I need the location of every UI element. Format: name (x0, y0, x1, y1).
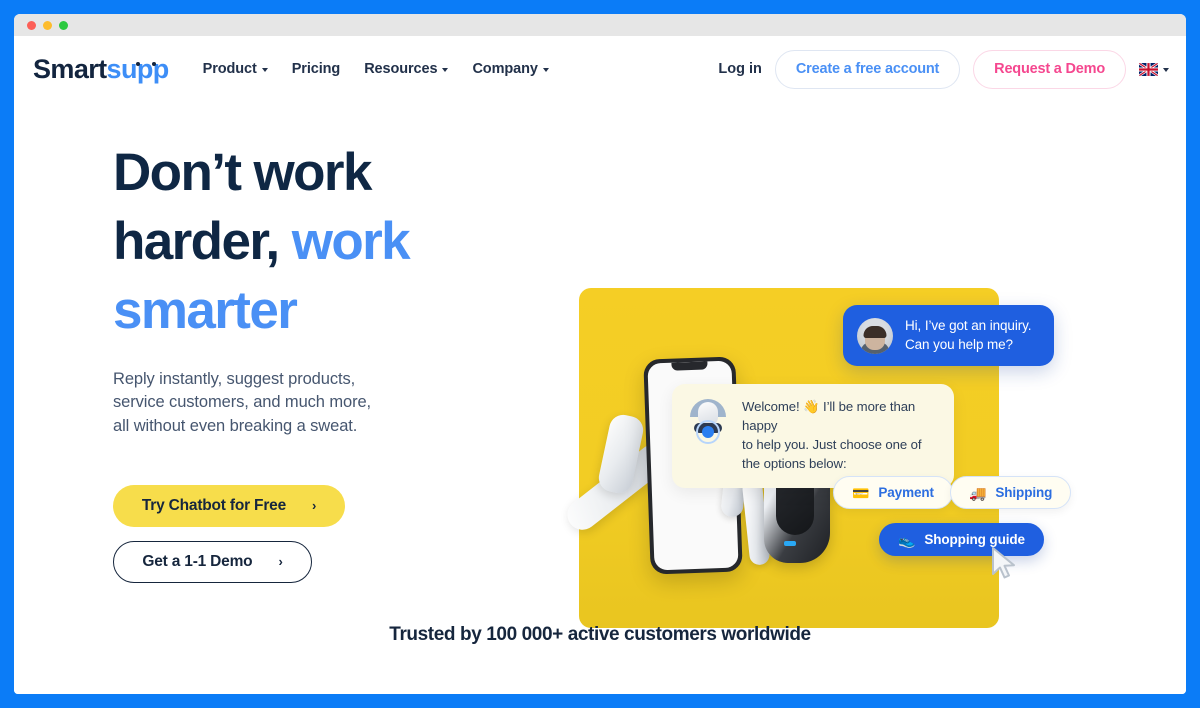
chat-bubble-user: Hi, I’ve got an inquiry. Can you help me… (843, 305, 1054, 367)
bot-avatar (686, 397, 730, 444)
user-message-line-2: Can you help me? (905, 336, 1013, 352)
get-demo-label: Get a 1-1 Demo (142, 552, 253, 570)
mouse-pointer-icon (989, 546, 1019, 582)
user-message-text: Hi, I’ve got an inquiry. Can you help me… (905, 317, 1032, 354)
logo-text-smart: Smart (33, 53, 107, 84)
phone-notch (671, 361, 708, 371)
chevron-down-icon (442, 68, 449, 72)
chat-bubble-bot: Welcome! 👋 I’ll be more than happy to he… (672, 384, 954, 488)
nav-label-resources: Resources (364, 61, 438, 77)
subtitle-line-1: Reply instantly, suggest products, (113, 369, 356, 388)
close-window-button[interactable] (27, 20, 36, 30)
bot-message-text: Welcome! 👋 I’ll be more than happy to he… (742, 397, 939, 474)
get-demo-button[interactable]: Get a 1-1 Demo › (113, 540, 312, 583)
mouse-pointer-svg (992, 547, 1015, 579)
bot-message-line-2: to help you. Just choose one of (742, 437, 922, 453)
bot-message-line-3: the options below: (742, 456, 847, 472)
chevron-down-icon (261, 68, 268, 72)
browser-chrome-bar (14, 14, 1186, 36)
chevron-down-icon (542, 68, 549, 72)
hero-illustration: Hi, I’ve got an inquiry. Can you help me… (560, 267, 1180, 647)
minimize-window-button[interactable] (43, 20, 52, 30)
avatar-hair (863, 325, 887, 338)
maximize-window-button[interactable] (59, 20, 68, 30)
chat-option-payment-label: Payment (878, 485, 934, 500)
nav-item-resources[interactable]: Resources (364, 61, 449, 77)
hero-copy: Don’t work harder, work smarter Reply in… (14, 139, 534, 583)
chat-option-shopping-guide[interactable]: 👟 Shopping guide (879, 523, 1044, 556)
chevron-right-icon: › (278, 554, 283, 570)
logo-eye-right-icon (152, 61, 157, 66)
uk-flag-svg (1139, 62, 1158, 76)
language-selector[interactable] (1139, 62, 1169, 76)
chat-option-shipping-label: Shipping (995, 485, 1053, 500)
headline-line-1: Don’t work (113, 143, 372, 202)
nav-item-product[interactable]: Product (203, 61, 268, 77)
nav-label-pricing: Pricing (291, 61, 341, 77)
logo-supp-label: supp (106, 53, 170, 84)
truck-icon: 🚚 (969, 484, 987, 501)
chevron-down-icon (1163, 68, 1169, 72)
headline-line-2-dark: harder, (113, 211, 280, 271)
hero-section: Don’t work harder, work smarter Reply in… (14, 102, 1186, 628)
trusted-by-text: Trusted by 100 000+ active customers wor… (389, 624, 811, 645)
try-chatbot-free-button[interactable]: Try Chatbot for Free › (113, 484, 345, 527)
logo-eye-left-icon (136, 61, 141, 66)
page-content: Smart supp Product Pricing Resources Com… (14, 36, 1186, 694)
logo-text-supp: supp (106, 53, 170, 85)
user-message-line-1: Hi, I’ve got an inquiry. (905, 318, 1032, 333)
credit-card-icon: 💳 (852, 484, 870, 501)
robot-led-icon (784, 541, 796, 546)
headline-line-3-accent: smarter (113, 280, 298, 340)
create-free-account-button[interactable]: Create a free account (774, 49, 961, 89)
nav-item-company[interactable]: Company (472, 61, 549, 77)
primary-navigation: Product Pricing Resources Company (203, 61, 549, 77)
request-demo-button[interactable]: Request a Demo (973, 49, 1126, 89)
page-title: Don’t work harder, work smarter (113, 139, 534, 346)
header-actions: Log in Create a free account Request a D… (718, 49, 1169, 89)
nav-item-pricing[interactable]: Pricing (291, 61, 341, 77)
browser-window: Smart supp Product Pricing Resources Com… (14, 14, 1186, 694)
avatar (857, 317, 893, 354)
shoe-icon: 👟 (898, 531, 916, 548)
bot-message-line-1: Welcome! 👋 I’ll be more than happy (742, 399, 916, 434)
try-chatbot-label: Try Chatbot for Free (141, 496, 286, 514)
subtitle-line-2: service customers, and much more, (113, 393, 372, 412)
headline-line-2-accent: work (291, 211, 411, 271)
login-link[interactable]: Log in (718, 61, 762, 77)
chevron-right-icon: › (312, 498, 317, 514)
uk-flag-icon (1139, 62, 1158, 76)
site-header: Smart supp Product Pricing Resources Com… (14, 36, 1186, 102)
bot-avatar-core (702, 426, 714, 438)
chat-option-payment[interactable]: 💳 Payment (833, 476, 953, 509)
nav-label-company: Company (472, 61, 538, 77)
smartsupp-logo[interactable]: Smart supp (33, 54, 169, 85)
hero-subtitle: Reply instantly, suggest products, servi… (113, 368, 534, 439)
chat-option-shopping-guide-label: Shopping guide (924, 532, 1025, 547)
nav-label-product: Product (202, 61, 257, 77)
subtitle-line-3: all without even breaking a sweat. (113, 417, 358, 436)
chat-option-shipping[interactable]: 🚚 Shipping (950, 476, 1072, 509)
